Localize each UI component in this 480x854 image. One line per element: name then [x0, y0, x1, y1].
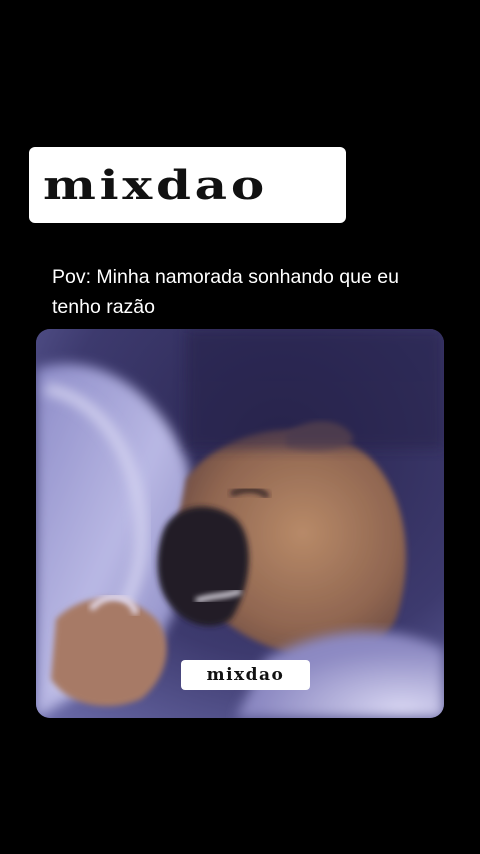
brand-logo-banner: mixdao — [29, 147, 346, 223]
watermark-text: mixdao — [206, 665, 285, 685]
post-caption: Pov: Minha namorada sonhando que eu tenh… — [52, 266, 399, 318]
watermark-label: mixdao — [181, 660, 310, 690]
brand-logo-text: mixdao — [43, 161, 268, 209]
